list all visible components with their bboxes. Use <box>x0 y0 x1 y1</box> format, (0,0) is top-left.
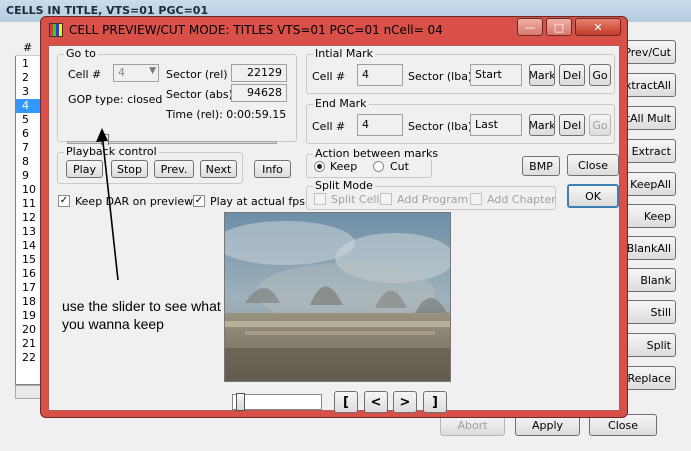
step-forward-button[interactable]: > <box>393 391 417 413</box>
list-item[interactable]: 4 <box>16 99 40 113</box>
list-item[interactable]: 16 <box>16 267 40 281</box>
stop-button[interactable]: Stop <box>111 160 148 178</box>
list-item[interactable]: 21 <box>16 337 40 351</box>
goto-cell-select[interactable]: 4 ▼ <box>113 64 159 82</box>
dialog-body: Go to Cell # 4 ▼ Sector (rel) 22129 Sect… <box>48 45 620 413</box>
list-item[interactable]: 17 <box>16 281 40 295</box>
list-item[interactable]: 14 <box>16 239 40 253</box>
chevron-down-icon: ▼ <box>149 66 156 76</box>
play-button[interactable]: Play <box>66 160 103 178</box>
list-hscrollbar[interactable] <box>15 385 41 399</box>
list-item[interactable]: 20 <box>16 323 40 337</box>
video-frame-image <box>225 213 450 381</box>
initial-mark-group-label: Intial Mark <box>313 47 376 60</box>
slider-track <box>67 141 277 144</box>
keep-dar-checkbox[interactable]: ✓ <box>58 195 70 207</box>
info-button[interactable]: Info <box>254 160 291 178</box>
goto-cell-value: 4 <box>118 66 125 79</box>
add-program-checkbox[interactable] <box>380 193 392 205</box>
list-item[interactable]: 15 <box>16 253 40 267</box>
list-item[interactable]: 7 <box>16 141 40 155</box>
video-preview <box>224 212 451 382</box>
end-cell-label: Cell # <box>312 120 346 133</box>
dialog-title: CELL PREVIEW/CUT MODE: TITLES VTS=01 PGC… <box>69 23 443 37</box>
end-mark-button[interactable]: Mark <box>529 114 555 136</box>
end-go-button[interactable]: Go <box>589 114 611 136</box>
cell-list[interactable]: 1 2 3 4 5 6 7 8 9 10 11 12 13 14 15 16 17 18 19 20 21 22 <box>15 40 41 385</box>
list-item[interactable]: 8 <box>16 155 40 169</box>
minimize-icon[interactable]: — <box>517 18 543 36</box>
list-item[interactable]: 2 <box>16 71 40 85</box>
list-item[interactable]: 10 <box>16 183 40 197</box>
list-item[interactable]: 1 <box>16 57 40 71</box>
initial-cell-field: 4 <box>357 64 403 86</box>
list-item[interactable]: 11 <box>16 197 40 211</box>
list-item[interactable]: 3 <box>16 85 40 99</box>
maximize-icon[interactable]: □ <box>546 18 572 36</box>
initial-sector-label: Sector (lba) <box>408 70 473 83</box>
split-cell-checkbox[interactable] <box>314 193 326 205</box>
time-rel-label: Time (rel): 0:00:59.15 <box>166 108 287 121</box>
end-sector-label: Sector (lba) <box>408 120 473 133</box>
list-item[interactable]: 19 <box>16 309 40 323</box>
list-item[interactable]: 6 <box>16 127 40 141</box>
play-actual-fps-label: Play at actual fps <box>210 195 305 208</box>
sector-rel-field: 22129 <box>231 64 287 82</box>
list-item[interactable]: 22 <box>16 351 40 365</box>
keep-dar-label: Keep DAR on preview <box>75 195 194 208</box>
goto-group-label: Go to <box>64 47 98 60</box>
step-back-button[interactable]: < <box>364 391 388 413</box>
end-cell-field: 4 <box>357 114 403 136</box>
list-item[interactable]: 12 <box>16 211 40 225</box>
playback-group-label: Playback control <box>64 145 159 158</box>
dialog-titlebar[interactable]: CELL PREVIEW/CUT MODE: TITLES VTS=01 PGC… <box>41 17 627 43</box>
ok-button[interactable]: OK <box>567 184 619 208</box>
split-cell-label: Split Cell <box>331 193 380 206</box>
sector-abs-label: Sector (abs) <box>166 88 233 101</box>
cell-list-header[interactable]: # <box>15 40 41 56</box>
gop-type-label: GOP type: closed <box>68 93 163 106</box>
play-actual-fps-checkbox[interactable]: ✓ <box>193 195 205 207</box>
action-group-label: Action between marks <box>313 147 441 160</box>
add-program-label: Add Program <box>397 193 469 206</box>
annotation-text: use the slider to see what you wanna kee… <box>62 298 221 332</box>
end-sector-field: Last <box>470 114 522 136</box>
close-window-icon[interactable]: ✕ <box>575 18 621 36</box>
list-item[interactable]: 9 <box>16 169 40 183</box>
initial-cell-label: Cell # <box>312 70 346 83</box>
list-item[interactable]: 5 <box>16 113 40 127</box>
list-item[interactable]: 13 <box>16 225 40 239</box>
next-button[interactable]: Next <box>200 160 237 178</box>
end-mark-group-label: End Mark <box>313 97 369 110</box>
bmp-button[interactable]: BMP <box>522 156 560 176</box>
add-chapter-label: Add Chapter <box>487 193 556 206</box>
initial-sector-field: Start <box>470 64 522 86</box>
initial-del-button[interactable]: Del <box>559 64 585 86</box>
initial-mark-button[interactable]: Mark <box>529 64 555 86</box>
keep-radio-label: Keep <box>330 160 358 173</box>
set-end-bracket-button[interactable]: ] <box>423 391 447 413</box>
sector-abs-field: 94628 <box>231 84 287 102</box>
list-item[interactable]: 18 <box>16 295 40 309</box>
cut-radio[interactable] <box>373 161 384 172</box>
add-chapter-checkbox[interactable] <box>470 193 482 205</box>
initial-go-button[interactable]: Go <box>589 64 611 86</box>
end-del-button[interactable]: Del <box>559 114 585 136</box>
seek-thumb[interactable] <box>236 393 246 411</box>
sector-rel-label: Sector (rel) <box>166 68 228 81</box>
close-dialog-button[interactable]: Close <box>567 154 619 176</box>
app-icon <box>49 23 63 37</box>
split-mode-group-label: Split Mode <box>313 179 375 192</box>
cut-radio-label: Cut <box>390 160 409 173</box>
set-start-bracket-button[interactable]: [ <box>334 391 358 413</box>
keep-radio[interactable] <box>314 161 325 172</box>
seek-slider[interactable] <box>232 393 322 411</box>
cell-preview-dialog: CELL PREVIEW/CUT MODE: TITLES VTS=01 PGC… <box>40 16 628 418</box>
prev-button[interactable]: Prev. <box>154 160 194 178</box>
goto-cell-label: Cell # <box>68 68 102 81</box>
